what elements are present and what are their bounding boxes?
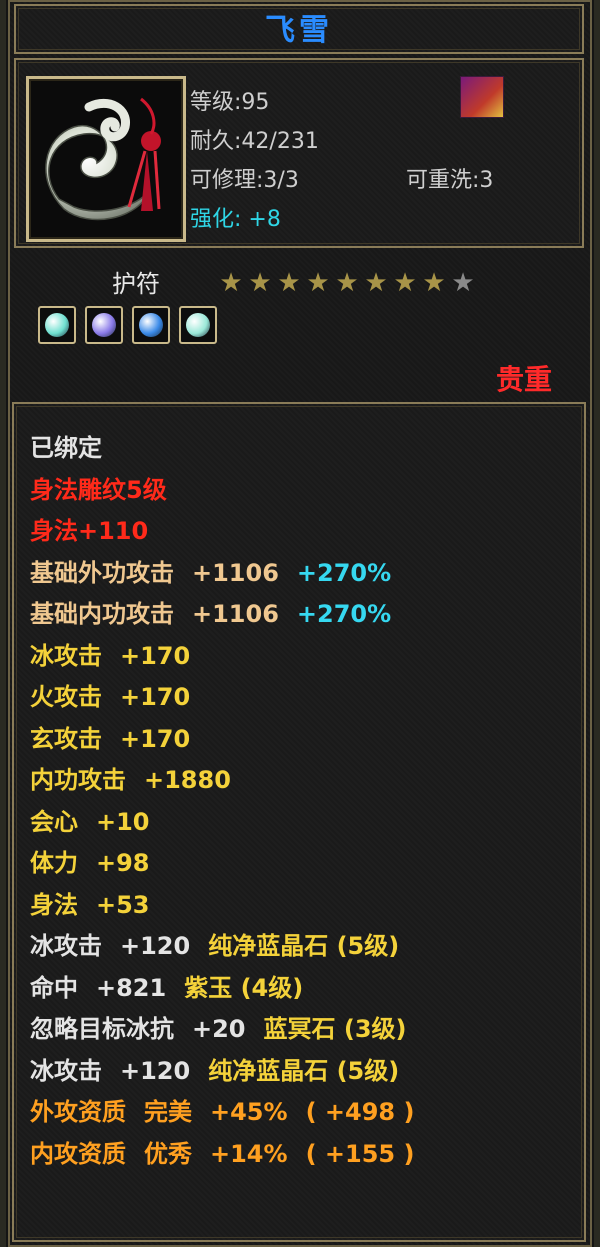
attribute-text: ( +155 ) bbox=[305, 1139, 415, 1168]
star-filled-icon: ★ bbox=[219, 268, 242, 298]
star-filled-icon: ★ bbox=[422, 268, 445, 298]
attribute-text: 玄攻击 bbox=[30, 724, 102, 753]
attribute-line: 火攻击 +170 bbox=[30, 677, 570, 719]
attribute-line: 身法 +53 bbox=[30, 885, 570, 927]
attribute-text: ( +498 ) bbox=[305, 1098, 415, 1126]
attribute-text: 优秀 bbox=[144, 1139, 192, 1168]
rarity-label: 贵重 bbox=[495, 363, 552, 396]
attribute-text: 基础内功攻击 bbox=[30, 600, 174, 628]
repairable-stat: 可修理:3/3 bbox=[190, 168, 299, 193]
attribute-text: 身法 bbox=[30, 890, 78, 919]
attribute-text: +170 bbox=[120, 641, 191, 670]
item-name: 飞雪 bbox=[265, 13, 333, 48]
attribute-line: 内功攻击 +1880 bbox=[30, 760, 570, 802]
star-filled-icon: ★ bbox=[364, 268, 387, 298]
attribute-text: +1106 bbox=[192, 600, 279, 628]
attribute-text: 冰攻击 bbox=[30, 932, 102, 960]
attribute-text: 冰攻击 bbox=[30, 1056, 102, 1085]
attribute-line: 玄攻击 +170 bbox=[30, 719, 570, 761]
flame-badge-icon bbox=[460, 76, 504, 118]
attribute-list: 已绑定身法雕纹5级 身法+110 基础外功攻击 +1106 +270% 基础内功攻击 +11… bbox=[30, 428, 570, 1175]
attribute-text: 会心 bbox=[30, 807, 78, 836]
gem-name: 紫玉 (4级) bbox=[184, 973, 304, 1002]
attribute-text: +20 bbox=[192, 1015, 246, 1043]
attribute-line: 冰攻击 +120 纯净蓝晶石 (5级) bbox=[30, 1051, 570, 1093]
gem-name: 纯净蓝晶石 (5级) bbox=[208, 1056, 400, 1085]
attribute-text: +98 bbox=[96, 849, 150, 877]
gem-name: 纯净蓝晶石 (5级) bbox=[208, 932, 400, 960]
attribute-text: +10 bbox=[96, 807, 150, 836]
jade-pendant-icon bbox=[45, 97, 161, 221]
attribute-text: +120 bbox=[120, 1056, 191, 1085]
attribute-text: 基础外功攻击 bbox=[30, 558, 174, 587]
star-filled-icon: ★ bbox=[393, 268, 416, 298]
attribute-text: +170 bbox=[120, 724, 191, 753]
attribute-text: 体力 bbox=[30, 849, 78, 877]
star-filled-icon: ★ bbox=[306, 268, 329, 298]
attribute-text: +821 bbox=[96, 973, 167, 1002]
attribute-percent: +270% bbox=[296, 600, 392, 628]
attribute-line: 基础内功攻击 +1106 +270% bbox=[30, 594, 570, 636]
attribute-text: 内攻资质 bbox=[30, 1139, 126, 1168]
attribute-text: 完美 bbox=[144, 1098, 192, 1126]
gem-name: 蓝冥石 (3级) bbox=[263, 1015, 407, 1043]
attribute-line: 外攻资质 完美 +45% ( +498 ) bbox=[30, 1092, 570, 1134]
attribute-text: +120 bbox=[120, 932, 191, 960]
attribute-text: +53 bbox=[96, 890, 150, 919]
item-portrait bbox=[26, 76, 186, 242]
gem-blue-icon[interactable] bbox=[132, 306, 170, 344]
attribute-line: 基础外功攻击 +1106 +270% bbox=[30, 553, 570, 595]
gem-teal-icon[interactable] bbox=[179, 306, 217, 344]
attribute-text: +1880 bbox=[144, 766, 231, 794]
attribute-text: +45% bbox=[210, 1098, 288, 1126]
durability-stat: 耐久:42/231 bbox=[190, 129, 319, 154]
attribute-line: 已绑定 bbox=[30, 428, 570, 470]
amulet-label: 护符 bbox=[112, 270, 160, 298]
enhance-stat: 强化: +8 bbox=[190, 207, 281, 232]
attribute-text: 忽略目标冰抗 bbox=[30, 1015, 174, 1043]
star-filled-icon: ★ bbox=[277, 268, 300, 298]
attribute-text: +14% bbox=[210, 1139, 288, 1168]
rewash-stat: 可重洗:3 bbox=[406, 168, 494, 193]
attribute-line: 内攻资质 优秀 +14% ( +155 ) bbox=[30, 1134, 570, 1176]
attribute-text: +170 bbox=[120, 683, 191, 711]
attribute-text: 外攻资质 bbox=[30, 1098, 126, 1126]
attribute-text: 已绑定 bbox=[30, 434, 102, 462]
attribute-line: 忽略目标冰抗 +20 蓝冥石 (3级) bbox=[30, 1009, 570, 1051]
title-bar: 飞雪 bbox=[14, 4, 584, 54]
level-stat: 等级:95 bbox=[190, 90, 270, 115]
star-rating: ★ ★ ★ ★ ★ ★ ★ ★ ★ bbox=[216, 268, 477, 298]
attribute-line: 命中 +821 紫玉 (4级) bbox=[30, 968, 570, 1010]
attribute-percent: +270% bbox=[296, 558, 392, 587]
attribute-text: 身法雕纹5级 bbox=[30, 475, 167, 504]
attribute-line: 冰攻击 +120 纯净蓝晶石 (5级) bbox=[30, 926, 570, 968]
attribute-text: 冰攻击 bbox=[30, 641, 102, 670]
star-empty-icon: ★ bbox=[451, 268, 474, 298]
gem-ice-icon[interactable] bbox=[38, 306, 76, 344]
attribute-line: 会心 +10 bbox=[30, 802, 570, 844]
attribute-text: 命中 bbox=[30, 973, 78, 1002]
star-filled-icon: ★ bbox=[248, 268, 271, 298]
attribute-line: 身法雕纹5级 bbox=[30, 470, 570, 512]
attribute-text: 火攻击 bbox=[30, 683, 102, 711]
attribute-text: +1106 bbox=[192, 558, 279, 587]
attribute-line: 冰攻击 +170 bbox=[30, 636, 570, 678]
attribute-text: 身法+110 bbox=[30, 517, 149, 545]
attribute-text: 内功攻击 bbox=[30, 766, 126, 794]
gem-purple-icon[interactable] bbox=[85, 306, 123, 344]
attribute-line: 身法+110 bbox=[30, 511, 570, 553]
star-filled-icon: ★ bbox=[335, 268, 358, 298]
attribute-line: 体力 +98 bbox=[30, 843, 570, 885]
